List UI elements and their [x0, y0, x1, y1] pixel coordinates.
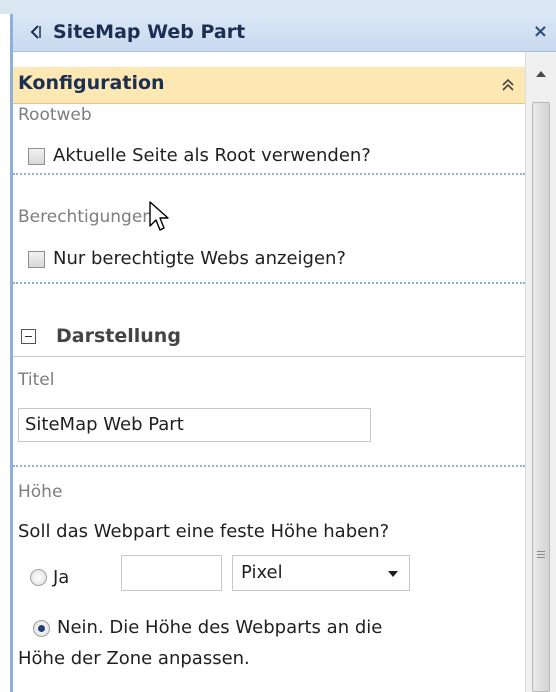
berechtigungen-label: Berechtigungen	[18, 207, 154, 227]
window-top-strip	[0, 0, 556, 14]
radio-nein-label-line2: Höhe der Zone anpassen.	[18, 648, 250, 669]
chevron-left-icon[interactable]	[29, 24, 41, 40]
root-checkbox-label: Aktuelle Seite als Root verwenden?	[53, 145, 371, 166]
height-input[interactable]	[121, 555, 222, 591]
webpart-header: SiteMap Web Part ×	[13, 14, 556, 52]
root-checkbox[interactable]	[28, 148, 45, 165]
webpart-title: SiteMap Web Part	[53, 21, 246, 43]
rootweb-label: Rootweb	[18, 105, 92, 125]
section-label: Konfiguration	[18, 72, 165, 94]
tool-pane-content: Konfiguration Rootweb Aktuelle Seite als…	[13, 52, 525, 692]
divider	[13, 465, 525, 467]
group-header-darstellung[interactable]: Darstellung	[13, 316, 525, 357]
height-question: Soll das Webpart eine feste Höhe haben?	[18, 521, 390, 542]
close-button[interactable]: ×	[533, 21, 548, 42]
radio-nein[interactable]	[33, 620, 50, 637]
mouse-cursor-icon	[149, 201, 169, 231]
scrollbar-thumb[interactable]	[532, 102, 550, 692]
titel-label: Titel	[18, 370, 55, 390]
divider	[13, 173, 525, 175]
group-label: Darstellung	[56, 325, 181, 347]
hoehe-label: Höhe	[18, 482, 63, 502]
grip-icon	[537, 551, 545, 560]
permissions-checkbox[interactable]	[28, 251, 45, 268]
vertical-scrollbar[interactable]	[525, 52, 556, 692]
permissions-checkbox-label: Nur berechtigte Webs anzeigen?	[53, 248, 346, 269]
radio-ja[interactable]	[30, 569, 47, 586]
scroll-up-icon[interactable]	[535, 70, 547, 78]
divider	[13, 282, 525, 284]
section-header-konfiguration[interactable]: Konfiguration	[13, 67, 525, 104]
chevron-down-icon	[388, 571, 398, 577]
unit-select-value: Pixel	[241, 562, 283, 583]
minus-box-icon[interactable]	[21, 329, 36, 344]
radio-ja-label: Ja	[53, 567, 70, 588]
title-input[interactable]: SiteMap Web Part	[18, 408, 371, 442]
unit-select[interactable]: Pixel	[232, 555, 410, 591]
radio-nein-label-line1: Nein. Die Höhe des Webparts an die	[57, 617, 383, 638]
double-chevron-up-icon[interactable]	[501, 77, 515, 93]
